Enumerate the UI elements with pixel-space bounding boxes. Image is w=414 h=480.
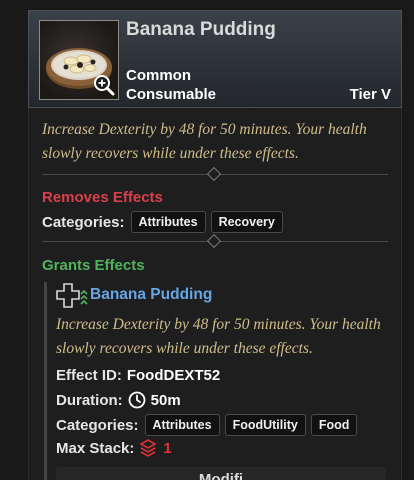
grants-categories-row: Categories: Attributes FoodUtility Food: [56, 413, 362, 437]
item-rarity: Common: [126, 67, 191, 84]
item-type: Consumable: [126, 86, 217, 103]
effect-name-link[interactable]: Banana Pudding: [90, 286, 212, 304]
effect-description: Increase Dexterity by 48 for 50 minutes.…: [56, 316, 381, 357]
item-header: Banana Pudding Common Consumable Tier V: [28, 10, 402, 108]
effect-plus-icon: [56, 282, 88, 310]
category-pill-foodutility: FoodUtility: [224, 414, 306, 436]
categories-label: Categories:: [56, 416, 139, 434]
duration-row: Duration: 50m: [56, 391, 181, 409]
category-pill-attributes: Attributes: [130, 211, 206, 233]
section-divider: [42, 233, 388, 249]
duration-label: Duration:: [56, 391, 123, 409]
max-stack-label: Max Stack:: [56, 439, 135, 457]
categories-label: Categories:: [42, 213, 125, 231]
item-description: Increase Dexterity by 48 for 50 minutes.…: [42, 121, 367, 162]
max-stack-row: Max Stack: 1: [56, 439, 172, 457]
clock-icon: [128, 391, 146, 409]
category-pill-recovery: Recovery: [210, 211, 283, 233]
category-pill-attributes: Attributes: [144, 414, 220, 436]
section-divider: [42, 166, 388, 182]
modifier-button[interactable]: Modifi: [56, 467, 386, 480]
item-tier: Tier V: [349, 86, 391, 103]
zoom-icon[interactable]: [93, 74, 115, 96]
removes-effects-title: Removes Effects: [42, 189, 163, 206]
effect-id-value: FoodDEXT52: [126, 367, 221, 384]
removes-categories-row: Categories: Attributes Recovery: [42, 210, 288, 234]
stack-icon: [139, 439, 157, 457]
grants-effects-title: Grants Effects: [42, 257, 145, 274]
effect-id-row: Effect ID: FoodDEXT52: [56, 367, 220, 384]
effect-id-label: Effect ID:: [56, 367, 122, 384]
category-pill-food: Food: [310, 414, 358, 436]
item-title: Banana Pudding: [126, 19, 276, 40]
effect-indent-bar: [44, 282, 47, 480]
max-stack-value: 1: [163, 439, 172, 457]
duration-value: 50m: [150, 391, 181, 409]
